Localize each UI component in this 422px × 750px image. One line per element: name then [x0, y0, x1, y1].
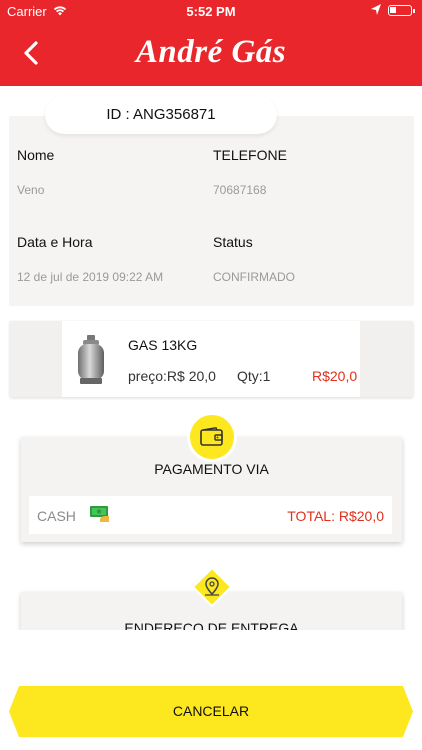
wallet-icon	[190, 415, 234, 459]
map-pin-icon	[191, 566, 233, 608]
order-id-badge: ID : ANG356871	[45, 96, 277, 134]
status-value: CONFIRMADO	[213, 270, 295, 284]
cash-icon	[89, 504, 111, 524]
status-label: Status	[213, 234, 253, 250]
payment-total: TOTAL: R$20,0	[287, 508, 384, 524]
datetime-label: Data e Hora	[17, 234, 93, 250]
location-arrow-icon	[370, 3, 382, 20]
content-mask	[0, 630, 422, 680]
battery-icon	[388, 5, 415, 16]
product-price: preço:R$ 20,0	[128, 368, 216, 384]
payment-title: PAGAMENTO VIA	[154, 461, 269, 477]
product-details: GAS 13KG preço:R$ 20,0 Qty:1 R$20,0	[62, 321, 360, 397]
product-name: GAS 13KG	[128, 337, 198, 353]
name-label: Nome	[17, 147, 55, 163]
payment-row: CASH TOTAL: R$20,0	[29, 496, 392, 534]
gas-cylinder-icon	[75, 334, 107, 386]
datetime-value: 12 de jul de 2019 09:22 AM	[17, 270, 164, 284]
cancel-button[interactable]: CANCELAR	[9, 686, 413, 737]
name-value: Veno	[17, 183, 45, 197]
product-total: R$20,0	[312, 368, 358, 384]
product-quantity: Qty:1	[237, 368, 271, 384]
cancel-button-label: CANCELAR	[172, 703, 250, 719]
product-item: GAS 13KG preço:R$ 20,0 Qty:1 R$20,0	[10, 321, 413, 397]
status-bar: Carrier 5:52 PM	[0, 0, 422, 22]
header-bar: André Gás	[0, 22, 422, 86]
order-info-card: Nome Veno TELEFONE 70687168 Data e Hora …	[9, 116, 414, 306]
phone-value: 70687168	[213, 183, 267, 197]
clock: 5:52 PM	[186, 4, 236, 19]
app-logo: André Gás	[135, 34, 287, 70]
payment-method: CASH	[37, 508, 76, 524]
phone-label: TELEFONE	[213, 147, 287, 163]
